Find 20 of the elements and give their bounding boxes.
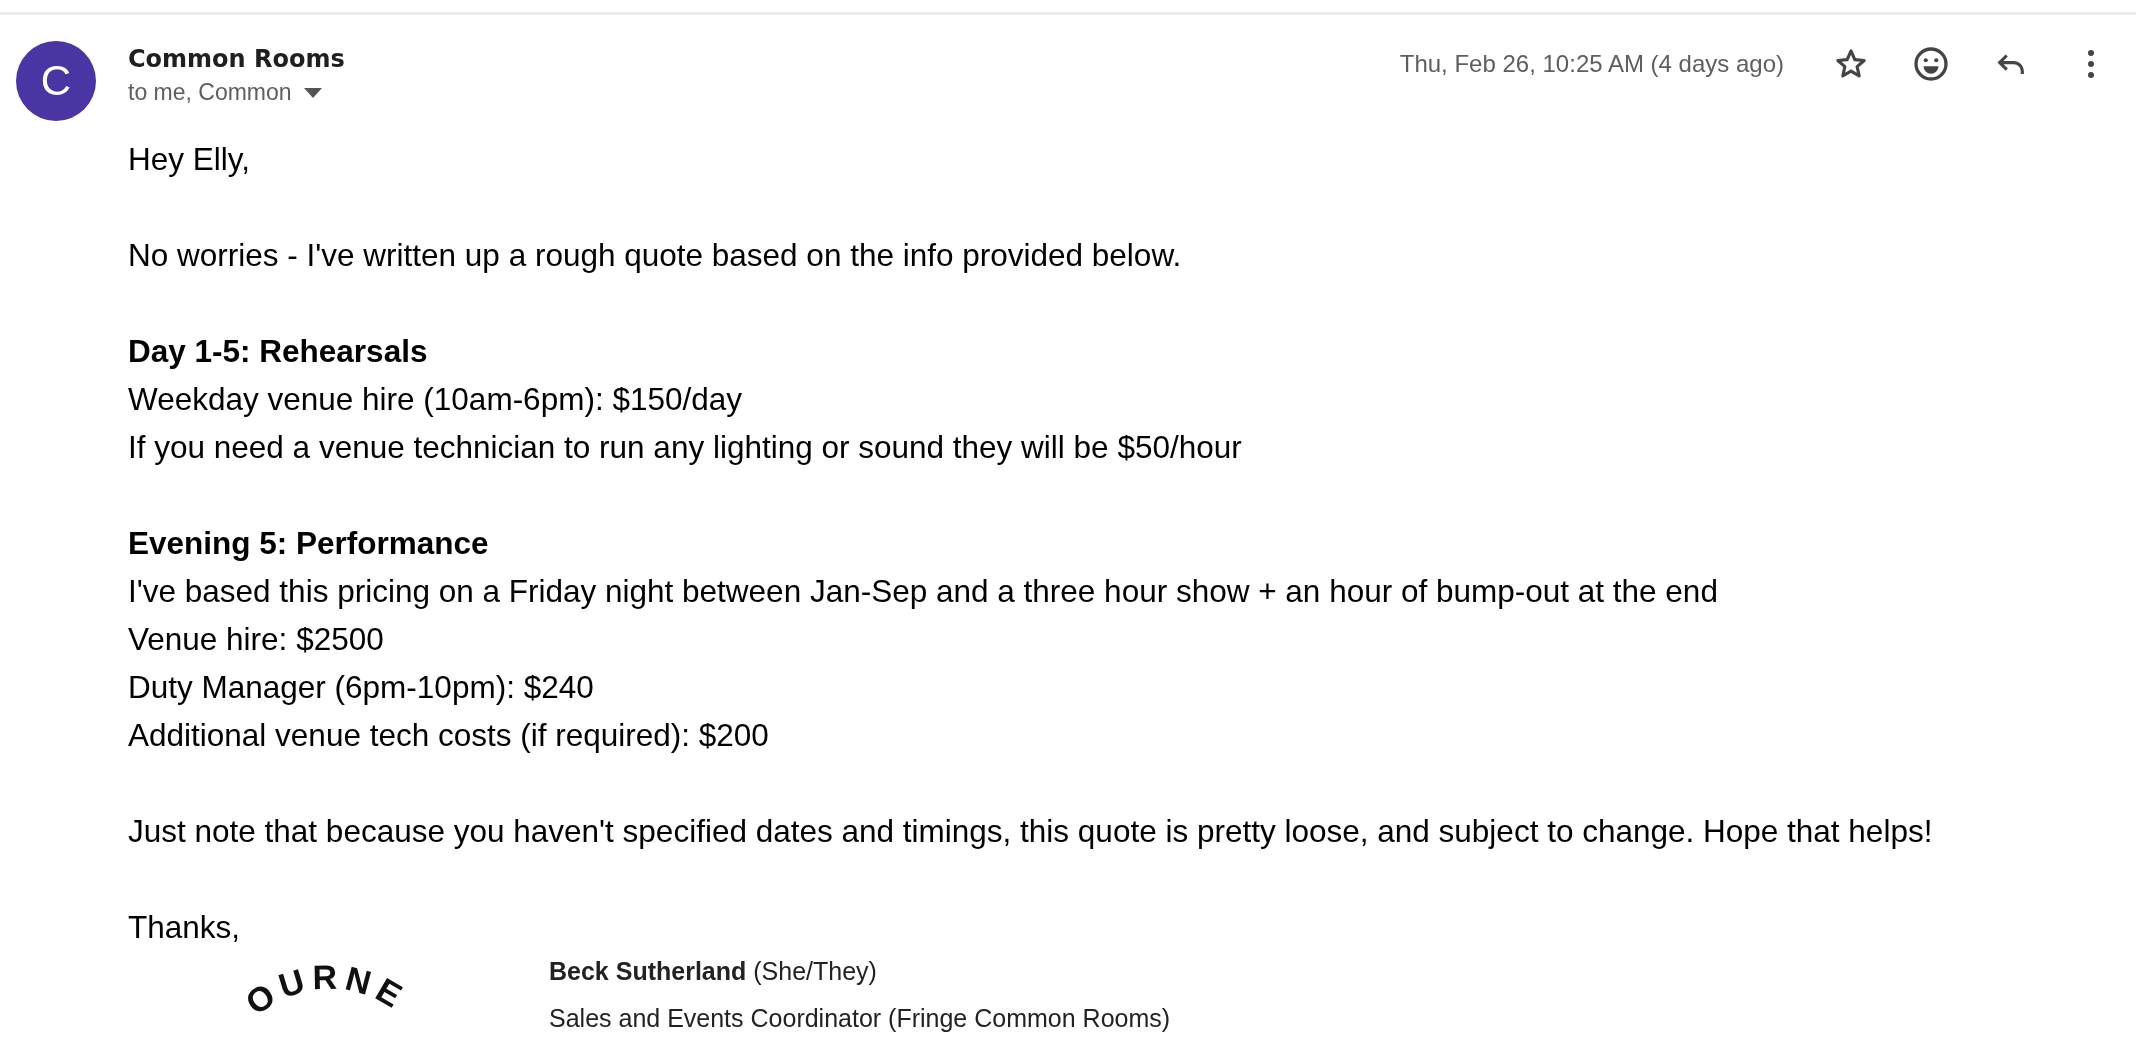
body-text: Venue hire: $2500 — [128, 620, 385, 659]
caret-icon[interactable] — [303, 87, 322, 98]
body-text: Weekday venue hire (10am-6pm): $150/day — [128, 380, 743, 419]
sender-avatar: C — [16, 41, 96, 121]
logo-drawing: OURNE — [223, 957, 423, 1037]
signature-title: Sales and Events Coordinator (Fringe Common Rooms) — [549, 1004, 1171, 1033]
body-text: Additional venue tech costs (if required): $200 — [128, 716, 770, 755]
body-text: If you need a venue technician to run any lighting or sound they will be $50/hour — [128, 428, 1243, 467]
email-date: Thu, Feb 26, 10:25 AM (4 days ago) — [1399, 50, 1784, 78]
body-text: Thanks, — [128, 908, 242, 947]
body-text: Duty Manager (6pm-10pm): $240 — [128, 668, 595, 707]
section-heading: Day 1-5: Rehearsals — [128, 332, 429, 371]
sender-name: Common Rooms — [128, 45, 346, 73]
body-text: No worries - I've written up a rough quote based on the info provided below. — [128, 236, 1183, 275]
section-heading: Evening 5: Performance — [128, 524, 490, 563]
body-text: Hey Elly, — [128, 140, 251, 179]
recipients-text: to me, Common — [128, 79, 292, 106]
body-text: I've based this pricing on a Friday night between Jan-Sep and a three hour show + an hour of bump-out at the end — [128, 572, 1719, 611]
signature-name: Beck Sutherland (She/They) — [549, 957, 878, 986]
body-text: Just note that because you haven't specified dates and timings, this quote is pretty loose, and subject to change. Hope that helps! — [128, 812, 1934, 851]
